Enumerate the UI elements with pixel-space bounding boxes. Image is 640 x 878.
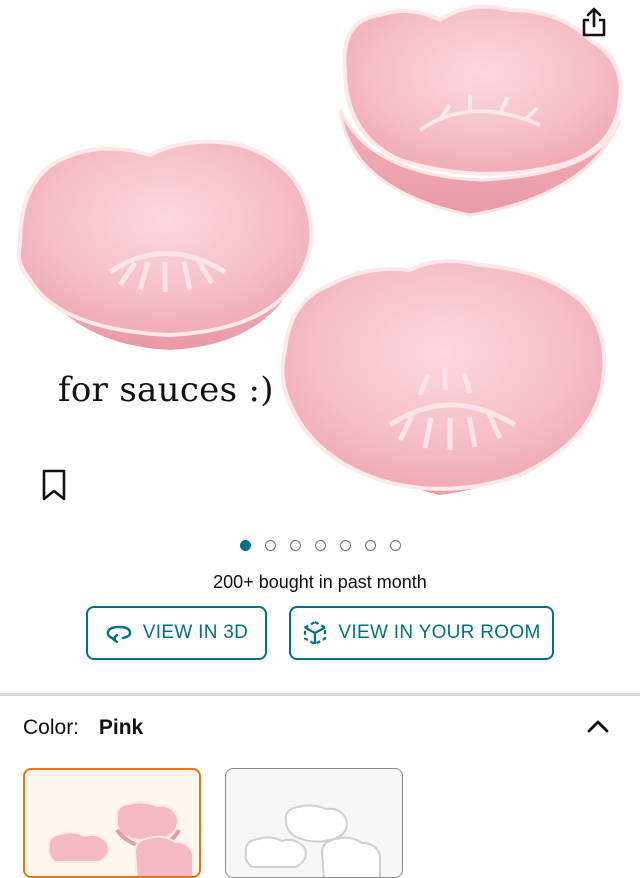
pink-swatch-image xyxy=(47,801,194,876)
white-swatch-image xyxy=(244,804,381,877)
bought-in-past-month: 200+ bought in past month xyxy=(213,572,427,592)
ar-cube-icon xyxy=(304,620,327,646)
share-icon xyxy=(582,7,606,37)
bowl-left xyxy=(16,139,314,350)
product-image xyxy=(16,4,623,495)
product-image-carousel[interactable]: for sauces :) xyxy=(0,0,640,530)
rotate-3d-icon xyxy=(106,625,132,643)
color-label: Color: xyxy=(23,716,80,739)
save-to-list-button[interactable] xyxy=(36,466,72,504)
selected-color-value: Pink xyxy=(98,716,144,739)
carousel-dot[interactable] xyxy=(264,540,276,551)
view-in-your-room-button[interactable]: VIEW IN YOUR ROOM xyxy=(289,606,554,660)
collapse-color-button[interactable] xyxy=(585,716,611,736)
bookmark-icon xyxy=(42,469,66,501)
carousel-dot[interactable] xyxy=(389,540,401,551)
view-in-your-room-label: VIEW IN YOUR ROOM xyxy=(338,622,541,643)
color-swatch-white[interactable] xyxy=(225,768,403,878)
carousel-dot[interactable] xyxy=(364,540,376,551)
view-in-3d-button[interactable]: VIEW IN 3D xyxy=(86,606,267,660)
carousel-dot[interactable] xyxy=(314,540,326,551)
carousel-dot[interactable] xyxy=(289,540,301,551)
color-swatch-pink[interactable] xyxy=(23,768,201,878)
section-divider xyxy=(0,693,640,696)
image-caption: for sauces :) xyxy=(58,370,274,410)
carousel-dots xyxy=(0,540,640,551)
carousel-dot[interactable] xyxy=(239,540,251,551)
carousel-dot[interactable] xyxy=(339,540,351,551)
view-in-3d-label: VIEW IN 3D xyxy=(142,622,249,643)
bowl-right xyxy=(280,259,607,495)
color-selector-header: Color: Pink xyxy=(23,716,143,740)
share-button[interactable] xyxy=(576,4,612,40)
chevron-up-icon xyxy=(587,720,609,733)
